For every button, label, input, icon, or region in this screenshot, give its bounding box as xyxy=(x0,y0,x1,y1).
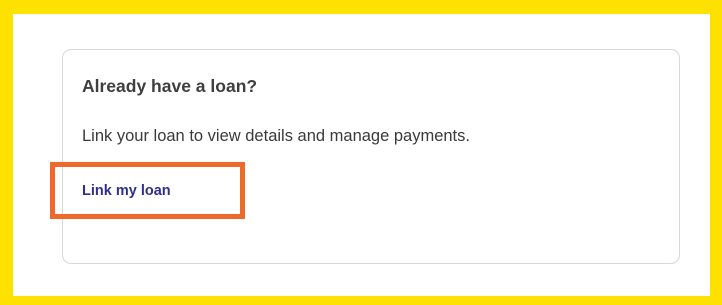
link-my-loan-link[interactable]: Link my loan xyxy=(82,181,171,201)
card-title: Already have a loan? xyxy=(82,76,258,96)
existing-loan-card: Already have a loan? Link your loan to v… xyxy=(62,49,680,264)
card-description: Link your loan to view details and manag… xyxy=(82,127,470,145)
